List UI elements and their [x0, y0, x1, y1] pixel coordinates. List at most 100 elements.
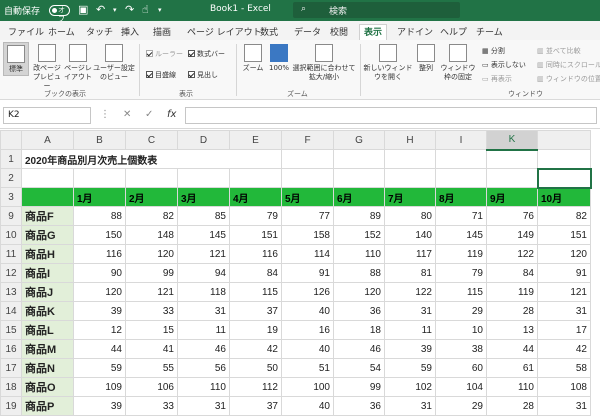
cell[interactable] — [230, 169, 282, 188]
value-cell[interactable]: 18 — [334, 321, 385, 340]
value-cell[interactable]: 109 — [74, 378, 126, 397]
formula-input[interactable] — [185, 107, 597, 124]
page-layout-view-button[interactable]: ページレイアウト — [63, 44, 93, 82]
column-header[interactable]: E — [230, 131, 282, 150]
zoom-100-button[interactable]: 100% — [266, 44, 292, 73]
value-cell[interactable]: 54 — [334, 359, 385, 378]
header-cell[interactable]: 10月 — [538, 188, 591, 207]
value-cell[interactable]: 79 — [436, 264, 487, 283]
value-cell[interactable]: 39 — [385, 340, 436, 359]
value-cell[interactable]: 116 — [230, 245, 282, 264]
value-cell[interactable]: 13 — [487, 321, 538, 340]
zoom-button[interactable]: ズーム — [240, 44, 266, 73]
value-cell[interactable]: 40 — [282, 397, 334, 416]
column-header[interactable]: D — [178, 131, 230, 150]
value-cell[interactable]: 151 — [230, 226, 282, 245]
value-cell[interactable]: 102 — [385, 378, 436, 397]
value-cell[interactable]: 28 — [487, 397, 538, 416]
value-cell[interactable]: 40 — [282, 340, 334, 359]
value-cell[interactable]: 106 — [126, 378, 178, 397]
tab-team[interactable]: チーム — [476, 25, 503, 38]
row-header[interactable]: 13 — [1, 283, 22, 302]
split-button[interactable]: ▦ 分割 — [482, 46, 505, 56]
product-label-cell[interactable]: 商品O — [22, 378, 74, 397]
headings-checkbox[interactable]: 見出し — [188, 70, 218, 80]
value-cell[interactable]: 50 — [230, 359, 282, 378]
value-cell[interactable]: 19 — [230, 321, 282, 340]
value-cell[interactable]: 16 — [282, 321, 334, 340]
product-label-cell[interactable]: 商品M — [22, 340, 74, 359]
tab-page-layout[interactable]: ページ レイアウト — [187, 25, 262, 38]
value-cell[interactable]: 11 — [385, 321, 436, 340]
undo-dropdown-icon[interactable]: ▾ — [113, 6, 117, 14]
touch-mode-icon[interactable]: ☝ — [142, 3, 149, 16]
value-cell[interactable]: 91 — [282, 264, 334, 283]
value-cell[interactable]: 150 — [74, 226, 126, 245]
value-cell[interactable]: 41 — [126, 340, 178, 359]
value-cell[interactable]: 110 — [334, 245, 385, 264]
value-cell[interactable]: 58 — [538, 359, 591, 378]
column-header[interactable] — [538, 131, 591, 150]
value-cell[interactable]: 112 — [230, 378, 282, 397]
customize-qat-icon[interactable]: ▾ — [158, 6, 162, 14]
tab-addins[interactable]: アドイン — [397, 25, 433, 38]
product-label-cell[interactable]: 商品L — [22, 321, 74, 340]
header-cell[interactable]: 8月 — [436, 188, 487, 207]
value-cell[interactable]: 31 — [538, 302, 591, 321]
tab-review[interactable]: 校閲 — [330, 25, 348, 38]
value-cell[interactable]: 39 — [74, 302, 126, 321]
column-header[interactable]: G — [334, 131, 385, 150]
header-cell[interactable] — [22, 188, 74, 207]
value-cell[interactable]: 94 — [178, 264, 230, 283]
header-cell[interactable]: 3月 — [178, 188, 230, 207]
value-cell[interactable]: 89 — [334, 207, 385, 226]
value-cell[interactable]: 59 — [385, 359, 436, 378]
value-cell[interactable]: 38 — [436, 340, 487, 359]
select-all-button[interactable] — [1, 131, 22, 150]
freeze-panes-button[interactable]: ウィンドウ枠の固定 — [439, 44, 477, 82]
column-header[interactable]: H — [385, 131, 436, 150]
value-cell[interactable]: 31 — [538, 397, 591, 416]
value-cell[interactable]: 59 — [74, 359, 126, 378]
value-cell[interactable]: 118 — [178, 283, 230, 302]
value-cell[interactable]: 110 — [178, 378, 230, 397]
value-cell[interactable]: 12 — [74, 321, 126, 340]
cell[interactable] — [538, 150, 591, 169]
product-label-cell[interactable]: 商品J — [22, 283, 74, 302]
value-cell[interactable]: 149 — [487, 226, 538, 245]
normal-view-button[interactable]: 標準 — [3, 42, 29, 76]
product-label-cell[interactable]: 商品P — [22, 397, 74, 416]
value-cell[interactable]: 29 — [436, 397, 487, 416]
value-cell[interactable]: 10 — [436, 321, 487, 340]
value-cell[interactable]: 79 — [230, 207, 282, 226]
value-cell[interactable]: 104 — [436, 378, 487, 397]
cell[interactable] — [282, 169, 334, 188]
value-cell[interactable]: 119 — [436, 245, 487, 264]
value-cell[interactable]: 100 — [282, 378, 334, 397]
tab-view[interactable]: 表示 — [359, 24, 387, 40]
tab-insert[interactable]: 挿入 — [121, 25, 139, 38]
active-cell[interactable] — [538, 169, 591, 188]
value-cell[interactable]: 158 — [282, 226, 334, 245]
value-cell[interactable]: 36 — [334, 302, 385, 321]
value-cell[interactable]: 120 — [538, 245, 591, 264]
row-header[interactable]: 9 — [1, 207, 22, 226]
value-cell[interactable]: 44 — [74, 340, 126, 359]
name-box[interactable]: K2 — [3, 107, 91, 124]
column-header-selected[interactable]: K — [487, 131, 538, 150]
cell[interactable] — [436, 169, 487, 188]
value-cell[interactable]: 84 — [487, 264, 538, 283]
value-cell[interactable]: 39 — [74, 397, 126, 416]
value-cell[interactable]: 80 — [385, 207, 436, 226]
value-cell[interactable]: 120 — [74, 283, 126, 302]
product-label-cell[interactable]: 商品F — [22, 207, 74, 226]
value-cell[interactable]: 88 — [74, 207, 126, 226]
value-cell[interactable]: 42 — [538, 340, 591, 359]
value-cell[interactable]: 120 — [126, 245, 178, 264]
header-cell[interactable]: 7月 — [385, 188, 436, 207]
cell[interactable] — [74, 169, 126, 188]
cell[interactable] — [178, 169, 230, 188]
gridlines-checkbox[interactable]: 目盛線 — [146, 70, 176, 80]
product-label-cell[interactable]: 商品I — [22, 264, 74, 283]
new-window-button[interactable]: 新しいウィンドウを開く — [363, 44, 413, 82]
